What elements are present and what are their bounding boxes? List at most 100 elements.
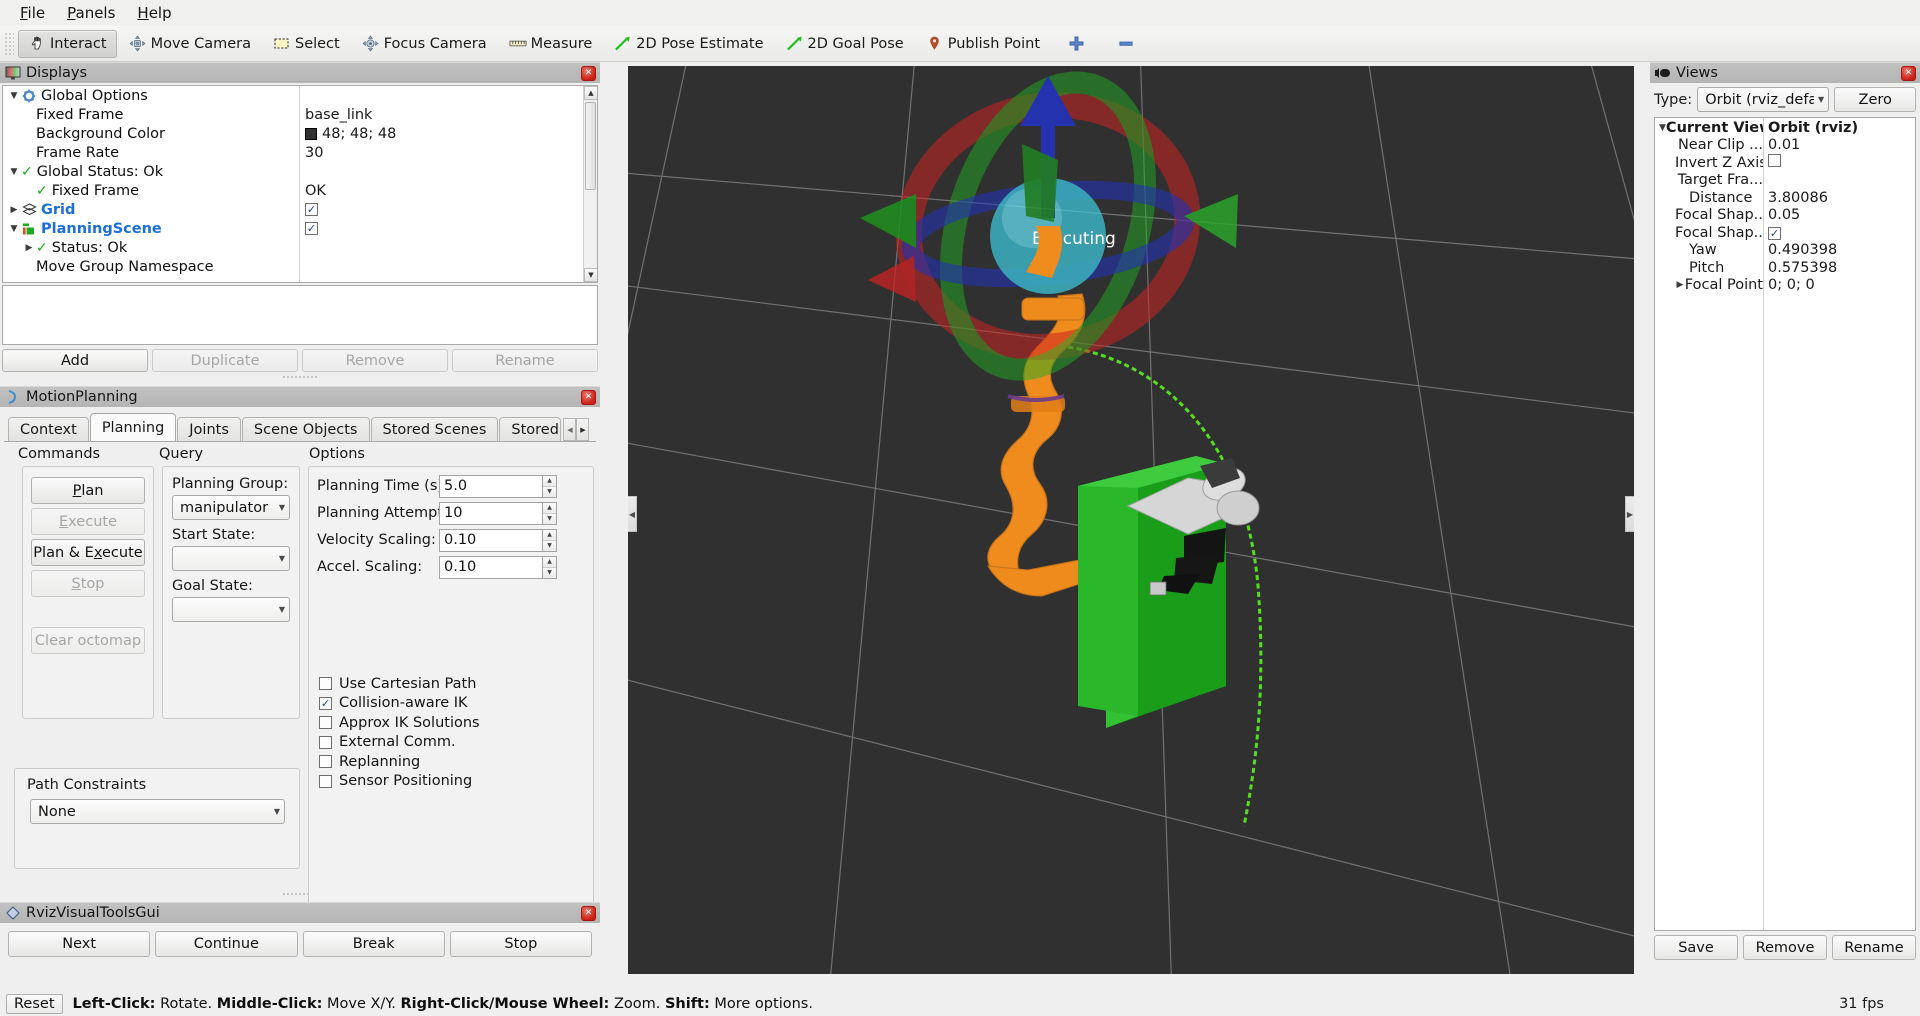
views-row-checkbox[interactable] [1768,154,1781,168]
view-type-combo[interactable]: Orbit (rviz_defau ▼ [1697,87,1830,112]
displays-tree[interactable]: Global OptionsFixed Framebase_linkBackgr… [2,85,598,283]
query-field-combo[interactable]: ▼ [172,597,290,622]
tool-move-camera[interactable]: Move Camera [119,30,261,58]
rvt-next-button[interactable]: Next [8,931,151,957]
spinbox-stepper[interactable]: ▲ ▼ [543,474,557,498]
option-checkbox-approx-ik-solutions[interactable]: Approx IK Solutions [319,713,585,733]
displays-add-button[interactable]: Add [2,349,148,372]
display-tree-row[interactable]: Global Options [3,86,583,105]
tab-scroll-right-icon[interactable]: ▶ [576,418,590,441]
views-tree-row[interactable]: Focal Shap... ✓ [1655,224,1915,242]
tab-stored-sta[interactable]: Stored Sta [499,417,562,441]
toolbar-drag-handle[interactable] [4,31,14,56]
spinbox-input[interactable]: 5.0 [439,474,543,498]
display-tree-row[interactable]: Fixed Frame base_link [3,105,583,124]
displays-scrollbar[interactable]: ▲ ▼ [583,86,597,282]
tool-2d-goal-pose[interactable]: 2D Goal Pose [776,30,914,58]
tool-add-tool[interactable] [1052,30,1100,58]
checkbox-box[interactable] [319,716,332,730]
views-tree-row[interactable]: Focal Shap... 0.05 [1655,207,1915,225]
spinbox-stepper[interactable]: ▲ ▼ [543,501,557,525]
command-plan-execute-button[interactable]: Plan & Execute [31,539,145,566]
display-tree-row[interactable]: Background Color 48; 48; 48 [3,124,583,143]
tool-focus-camera[interactable]: Focus Camera [352,30,497,58]
tree-expander-icon[interactable] [22,243,36,253]
views-rename-button[interactable]: Rename [1832,935,1916,960]
views-tree-row[interactable]: Pitch 0.575398 [1655,259,1915,277]
views-tree-row[interactable]: Yaw 0.490398 [1655,242,1915,260]
tree-expander-icon[interactable] [1659,123,1666,133]
tab-stored-scenes[interactable]: Stored Scenes [370,417,499,441]
display-tree-row[interactable]: Grid ✓ [3,200,583,219]
display-enabled-checkbox[interactable]: ✓ [305,203,318,216]
color-swatch[interactable] [305,127,317,140]
spinbox-stepper[interactable]: ▲ ▼ [543,555,557,579]
tree-expander-icon[interactable] [7,205,21,215]
display-tree-row[interactable]: ✓Global Status: Ok [3,162,583,181]
close-icon[interactable] [581,905,596,921]
views-save-button[interactable]: Save [1654,935,1738,960]
views-tree-row[interactable]: Distance 3.80086 [1655,189,1915,207]
tree-expander-icon[interactable] [7,167,21,177]
menu-help[interactable]: Help [127,1,181,25]
spinbox-input[interactable]: 0.10 [439,528,543,552]
spinbox-input[interactable]: 10 [439,501,543,525]
display-tree-row[interactable]: Frame Rate 30 [3,143,583,162]
menu-file[interactable]: File [10,1,55,25]
reset-button[interactable]: Reset [6,994,63,1014]
display-tree-row[interactable]: Move Group Namespace [3,257,583,276]
views-tree-row[interactable]: Current View Orbit (rviz) [1655,119,1915,137]
stepper-up-icon[interactable]: ▲ [543,556,556,568]
views-row-checkbox[interactable]: ✓ [1768,226,1781,240]
checkbox-box[interactable] [319,774,332,788]
display-tree-row[interactable]: PlanningScene ✓ [3,219,583,238]
display-tree-row[interactable]: ✓ Fixed Frame OK [3,181,583,200]
path-constraints-combo[interactable]: None ▼ [30,799,285,824]
checkbox-box[interactable] [319,677,332,691]
tree-expander-icon[interactable] [7,224,21,234]
scroll-down-icon[interactable]: ▼ [584,268,597,282]
stepper-down-icon[interactable]: ▼ [543,486,556,497]
scrollbar-thumb[interactable] [585,102,596,190]
tab-scroll-left-icon[interactable]: ◀ [563,418,577,441]
scroll-up-icon[interactable]: ▲ [584,86,597,100]
query-field-combo[interactable]: ▼ [172,546,290,571]
stepper-up-icon[interactable]: ▲ [543,475,556,487]
right-dock-handle[interactable]: ▶ [1625,496,1634,532]
stepper-down-icon[interactable]: ▼ [543,567,556,578]
query-field-combo[interactable]: manipulator ▼ [172,495,290,520]
close-icon[interactable] [581,65,596,81]
display-tree-row[interactable]: ✓Status: Ok [3,238,583,257]
close-icon[interactable] [581,389,596,405]
checkbox-box[interactable] [319,755,332,769]
stepper-up-icon[interactable]: ▲ [543,529,556,541]
spinbox-input[interactable]: 0.10 [439,555,543,579]
rvt-break-button[interactable]: Break [302,931,445,957]
display-enabled-checkbox[interactable]: ✓ [305,222,318,235]
tool-publish-point[interactable]: Publish Point [916,30,1050,58]
views-tree-row[interactable]: Focal Point 0; 0; 0 [1655,277,1915,295]
panel-splitter[interactable] [0,372,600,380]
spinbox-stepper[interactable]: ▲ ▼ [543,528,557,552]
3d-viewport[interactable]: Executing ◀ ▶ [628,66,1634,974]
tool-2d-pose-estimate[interactable]: 2D Pose Estimate [604,30,773,58]
tool-interact[interactable]: Interact [18,29,117,58]
tab-joints[interactable]: Joints [177,417,241,441]
close-icon[interactable] [1901,65,1916,81]
tool-measure[interactable]: Measure [499,30,603,58]
left-dock-handle[interactable]: ◀ [628,496,637,532]
views-remove-button[interactable]: Remove [1743,935,1827,960]
rvt-continue-button[interactable]: Continue [155,931,298,957]
views-tree-row[interactable]: Target Fra... [1655,172,1915,190]
stepper-up-icon[interactable]: ▲ [543,502,556,514]
option-checkbox-collision-aware-ik[interactable]: ✓ Collision-aware IK [319,694,585,714]
tab-context[interactable]: Context [8,417,89,441]
option-checkbox-sensor-positioning[interactable]: Sensor Positioning [319,772,585,792]
column-divider[interactable] [1763,118,1764,930]
tree-expander-icon[interactable] [1675,280,1685,290]
option-checkbox-replanning[interactable]: Replanning [319,752,585,772]
tab-planning[interactable]: Planning [89,413,177,441]
tool-select[interactable]: Select [263,30,350,58]
option-checkbox-use-cartesian-path[interactable]: Use Cartesian Path [319,674,585,694]
checkbox-box[interactable]: ✓ [319,696,332,710]
